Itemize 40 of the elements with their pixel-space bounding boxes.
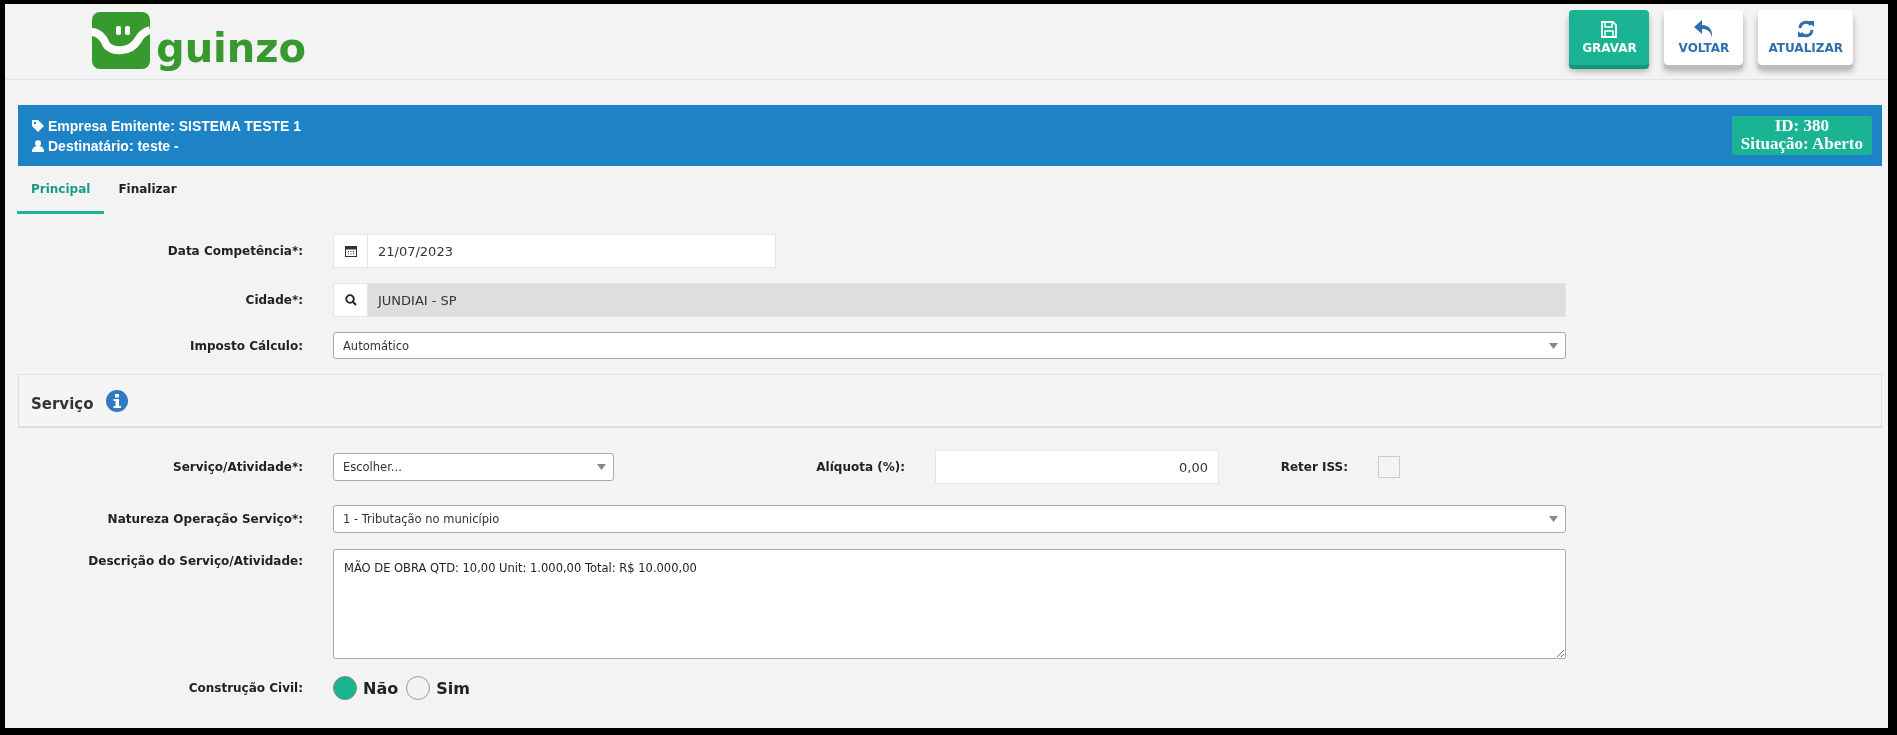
field-label: Alíquota (%):: [815, 460, 905, 474]
tab[interactable]: Finalizar: [104, 166, 191, 214]
caret-icon: [1549, 516, 1558, 522]
description-field[interactable]: MÃO DE OBRA QTD: 10,00 Unit: 1.000,00 Total: R$ 10.000,00: [333, 549, 1566, 659]
caret-icon: [1549, 342, 1558, 349]
record-status: Situação: Aberto: [1740, 135, 1863, 153]
activity-select[interactable]: Escolher...: [333, 453, 614, 481]
logo-text: guinzo: [156, 27, 307, 69]
withhold-checkbox[interactable]: [1378, 456, 1400, 478]
field-label: Imposto Cálculo:: [189, 338, 303, 353]
radio-button[interactable]: [333, 676, 357, 700]
nature-select[interactable]: 1 - Tributação no município: [333, 505, 1566, 533]
field-label: Construção Civil:: [187, 681, 303, 695]
field-label: Natureza Operação Serviço*:: [106, 512, 303, 526]
radio-button[interactable]: [406, 676, 431, 700]
emitter-company: Empresa Emitente: SISTEMA TESTE 1: [48, 117, 302, 134]
reply-arrow-icon: [1693, 20, 1714, 38]
section-title: Serviço: [31, 394, 94, 413]
tax-select[interactable]: Automático: [333, 332, 1566, 359]
rate-field[interactable]: 0,00: [935, 450, 1219, 484]
radio-label: Sim: [436, 678, 470, 698]
select-value: 1 - Tributação no município: [343, 512, 500, 526]
record-id: ID: 380: [1774, 117, 1829, 135]
recipient: Destinatário: teste -: [48, 137, 179, 154]
field-label: Data Competência*:: [166, 244, 303, 258]
smiley-logo-icon: [92, 12, 150, 69]
search-icon: [344, 294, 357, 306]
refresh-icon: [1796, 20, 1815, 38]
select-value: Automático: [343, 338, 409, 353]
field-label: Descrição do Serviço/Atividade:: [87, 554, 303, 568]
field-label: Serviço/Atividade*:: [172, 460, 303, 474]
caret-icon: [597, 464, 606, 470]
select-value: Escolher...: [343, 460, 402, 474]
user-icon: [32, 139, 44, 152]
radio-label: Não: [363, 678, 399, 698]
info-icon: [105, 389, 128, 412]
field-label: Cidade*:: [244, 293, 303, 307]
calendar-icon: [344, 245, 357, 257]
tag-icon: [32, 119, 44, 132]
field-label: Reter ISS:: [1279, 460, 1348, 474]
